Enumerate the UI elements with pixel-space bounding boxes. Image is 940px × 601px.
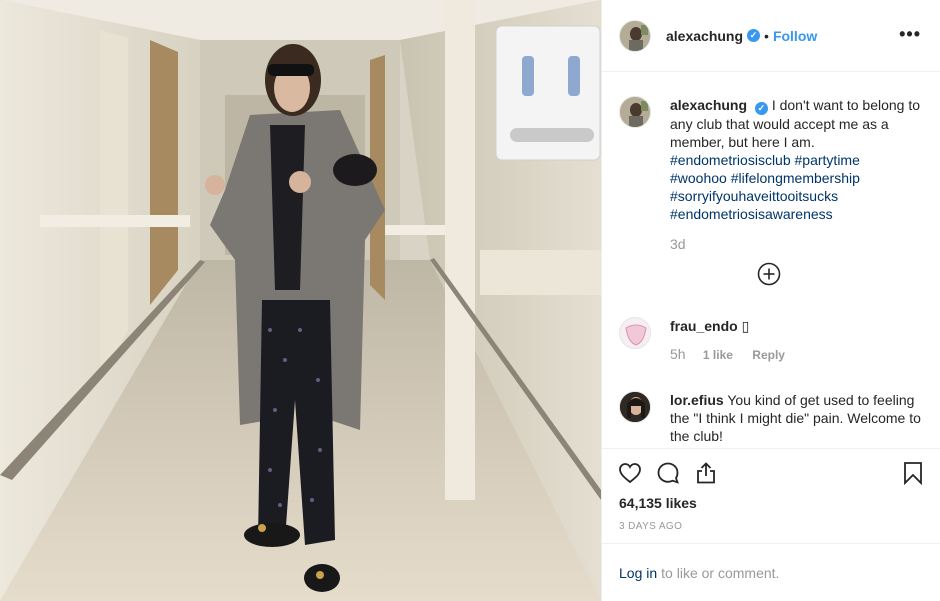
hashtag-link[interactable]: #woohoo <box>670 170 727 186</box>
more-options-icon[interactable]: ••• <box>899 24 921 45</box>
comment-avatar[interactable] <box>619 317 651 349</box>
comment-item: lor.efius You kind of get used to feelin… <box>619 391 929 445</box>
avatar-image <box>620 318 650 348</box>
comment-avatar[interactable] <box>619 391 651 423</box>
comment-time: 5h <box>670 346 686 362</box>
post-header: alexachung ✓ • Follow ••• <box>602 0 940 72</box>
avatar-image <box>620 97 650 127</box>
login-prompt: Log in to like or comment. <box>602 543 940 601</box>
comments-list[interactable]: alexachung ✓ I don't want to belong to a… <box>602 72 940 448</box>
hashtag-link[interactable]: #sorryifyouhaveittooitsucks <box>670 188 838 204</box>
hashtag-link[interactable]: #lifelongmembership <box>731 170 860 186</box>
photo-image <box>0 0 601 601</box>
reply-button[interactable]: Reply <box>752 348 785 362</box>
header-username[interactable]: alexachung <box>666 28 743 44</box>
plus-circle-icon <box>757 262 781 286</box>
comment-likes[interactable]: 1 like <box>703 348 733 362</box>
post-sidebar: alexachung ✓ • Follow ••• alexachung ✓ I… <box>601 0 940 601</box>
post-time: 3 DAYS AGO <box>619 521 683 532</box>
avatar-image <box>620 20 650 51</box>
load-more-comments-button[interactable] <box>757 262 781 286</box>
post-actions: 64,135 likes 3 DAYS AGO <box>602 448 940 543</box>
caption: alexachung ✓ I don't want to belong to a… <box>619 96 929 253</box>
hashtag-link[interactable]: #endometriosisawareness <box>670 206 833 222</box>
heart-icon[interactable] <box>618 461 642 485</box>
comment-username[interactable]: lor.efius <box>670 392 724 408</box>
comment-username[interactable]: frau_endo <box>670 318 738 334</box>
avatar-image <box>620 392 650 422</box>
login-text: to like or comment. <box>661 564 780 581</box>
login-link[interactable]: Log in <box>619 565 657 581</box>
comment-meta: 5h 1 like Reply <box>670 345 929 364</box>
bookmark-icon[interactable] <box>901 461 925 485</box>
hashtag-link[interactable]: #endometriosisclub <box>670 152 791 168</box>
post-photo[interactable] <box>0 0 601 601</box>
comment-text: ▯ <box>741 318 750 334</box>
comment-item: frau_endo ▯ 5h 1 like Reply <box>619 317 929 364</box>
caption-avatar[interactable] <box>619 96 651 128</box>
share-icon[interactable] <box>694 461 718 485</box>
avatar[interactable] <box>619 19 651 52</box>
caption-username[interactable]: alexachung <box>670 97 747 113</box>
verified-badge-icon: ✓ <box>754 102 768 115</box>
verified-badge-icon: ✓ <box>747 29 761 42</box>
likes-count[interactable]: 64,135 likes <box>619 495 697 511</box>
follow-button[interactable]: Follow <box>773 28 817 44</box>
hashtag-link[interactable]: #partytime <box>795 152 860 168</box>
caption-hashtags: #endometriosisclub #partytime #woohoo #l… <box>670 151 929 223</box>
separator-dot: • <box>764 27 769 44</box>
comment-icon[interactable] <box>656 461 680 485</box>
caption-time: 3d <box>670 236 686 252</box>
